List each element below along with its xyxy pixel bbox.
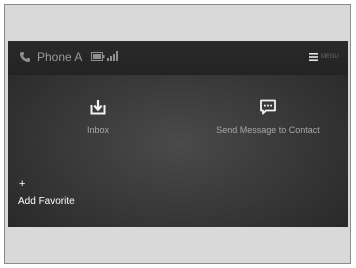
phone-screen: Phone A MENU Inbox Send Message to Conta… <box>8 41 348 227</box>
phone-icon <box>20 52 30 62</box>
send-message-to-contact-button[interactable]: Send Message to Contact <box>208 99 328 136</box>
menu-button[interactable]: MENU <box>309 49 345 65</box>
inbox-label: Inbox <box>86 125 110 135</box>
add-favorite-button[interactable]: + Add Favorite <box>18 179 88 213</box>
inbox-download-icon <box>90 100 106 115</box>
battery-icon <box>91 52 105 61</box>
inbox-button[interactable]: Inbox <box>58 99 138 136</box>
signal-icon <box>107 51 118 61</box>
message-bubble-icon <box>260 99 276 115</box>
menu-label: MENU <box>321 54 339 60</box>
send-message-label: Send Message to Contact <box>216 125 320 135</box>
plus-icon: + <box>19 178 26 190</box>
add-favorite-label: Add Favorite <box>18 196 75 207</box>
menu-icon <box>309 53 318 61</box>
status-bar: Phone A MENU <box>8 41 348 75</box>
phone-name: Phone A <box>37 50 83 64</box>
